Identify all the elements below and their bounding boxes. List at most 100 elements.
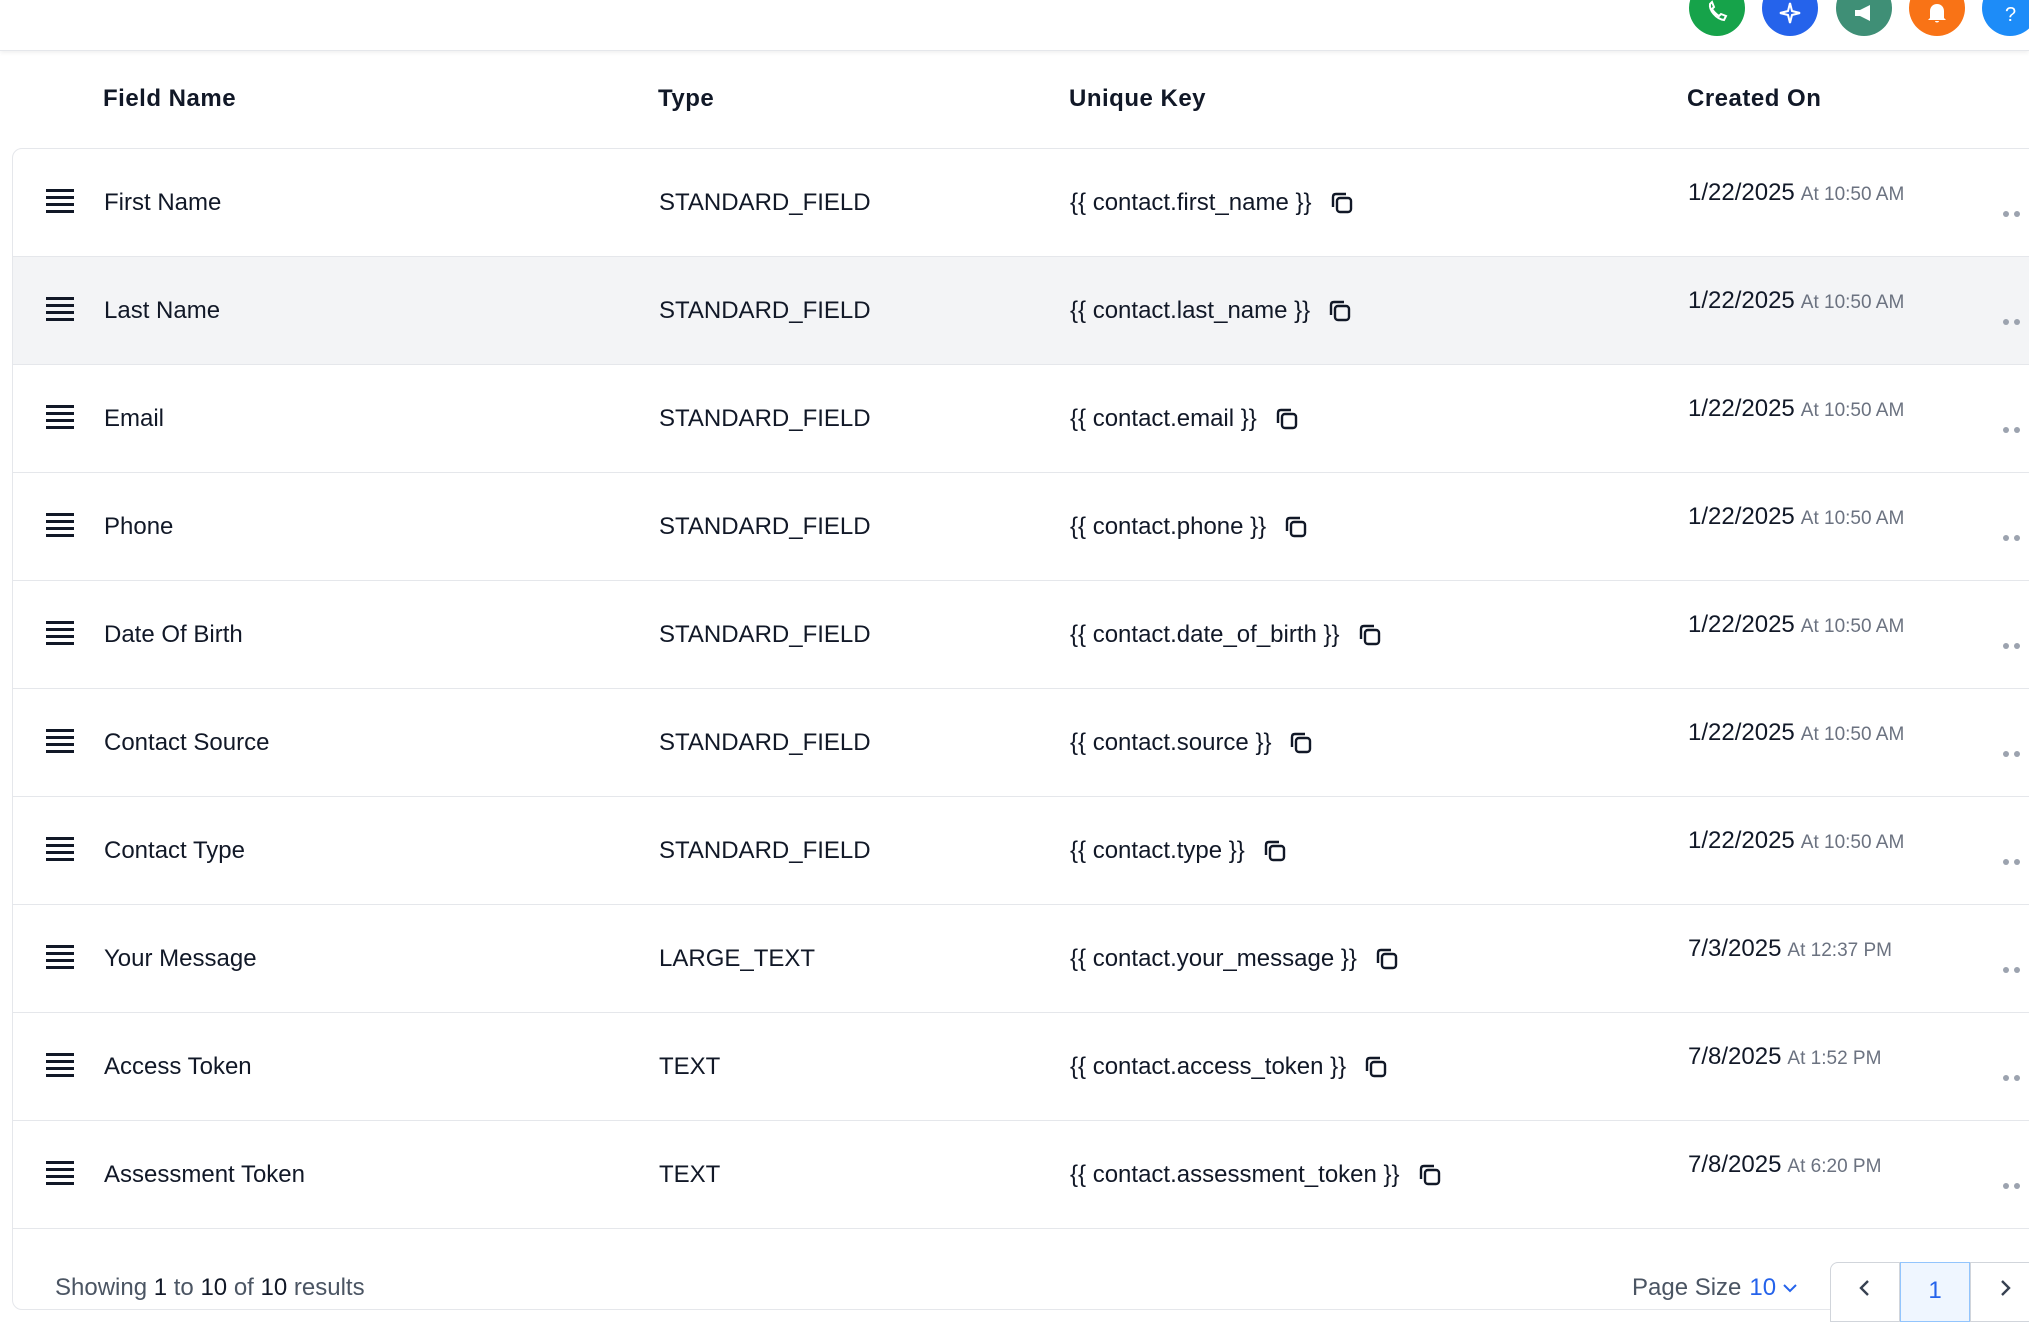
more-options-icon[interactable] xyxy=(2003,736,2025,764)
phone-button[interactable] xyxy=(1689,0,1745,36)
table-footer: Showing 1 to 10 of 10 results Page Size … xyxy=(0,1262,2029,1322)
more-options-icon[interactable] xyxy=(2003,412,2025,440)
more-options-icon[interactable] xyxy=(2003,1060,2025,1088)
created-date: 1/22/2025 xyxy=(1688,827,1795,854)
unique-key-text: {{ contact.phone }} xyxy=(1070,513,1267,540)
table-row[interactable]: Assessment Token TEXT {{ contact.assessmen… xyxy=(13,1121,2029,1229)
unique-key-cell: {{ contact.source }} xyxy=(1070,689,1315,796)
drag-handle-icon[interactable] xyxy=(46,297,74,323)
unique-key-text: {{ contact.assessment_token }} xyxy=(1070,1161,1400,1188)
copy-icon[interactable] xyxy=(1326,297,1354,325)
drag-handle-icon[interactable] xyxy=(46,1161,74,1187)
more-options-icon[interactable] xyxy=(2003,952,2025,980)
created-on-cell: 1/22/2025 At 10:50 AM xyxy=(1688,503,1904,531)
unique-key-text: {{ contact.last_name }} xyxy=(1070,297,1311,324)
column-header-unique-key[interactable]: Unique Key xyxy=(1069,50,1206,148)
page-size-value[interactable]: 10 xyxy=(1749,1274,1776,1302)
showing-label: Showing xyxy=(55,1274,148,1301)
created-date: 1/22/2025 xyxy=(1688,395,1795,422)
drag-handle-icon[interactable] xyxy=(46,621,74,647)
custom-fields-table: First Name STANDARD_FIELD {{ contact.first… xyxy=(12,148,2029,1310)
page-size-select[interactable]: Page Size 10 xyxy=(1632,1274,1800,1302)
type-cell: STANDARD_FIELD xyxy=(659,513,871,540)
copy-icon[interactable] xyxy=(1287,729,1315,757)
created-time: At 10:50 AM xyxy=(1800,400,1905,421)
chevron-right-icon xyxy=(2001,1280,2011,1296)
unique-key-cell: {{ contact.email }} xyxy=(1070,365,1301,472)
copy-icon[interactable] xyxy=(1261,837,1289,865)
unique-key-text: {{ contact.first_name }} xyxy=(1070,189,1312,216)
chevron-down-icon[interactable] xyxy=(1780,1278,1800,1298)
column-header-created-on[interactable]: Created On xyxy=(1687,50,1821,148)
created-on-cell: 7/8/2025 At 6:20 PM xyxy=(1688,1151,1881,1179)
created-time: At 6:20 PM xyxy=(1787,1156,1882,1177)
unique-key-cell: {{ contact.last_name }} xyxy=(1070,257,1354,364)
pagination: 1 xyxy=(1830,1262,2029,1322)
more-options-icon[interactable] xyxy=(2003,844,2025,872)
created-on-cell: 1/22/2025 At 10:50 AM xyxy=(1688,287,1904,315)
type-cell: STANDARD_FIELD xyxy=(659,297,871,324)
column-header-type[interactable]: Type xyxy=(658,50,714,148)
field-name-cell: Access Token xyxy=(104,1053,252,1080)
created-on-cell: 1/22/2025 At 10:50 AM xyxy=(1688,827,1904,855)
type-cell: STANDARD_FIELD xyxy=(659,621,871,648)
copy-icon[interactable] xyxy=(1416,1161,1444,1189)
drag-handle-icon[interactable] xyxy=(46,945,74,971)
more-options-icon[interactable] xyxy=(2003,520,2025,548)
copy-icon[interactable] xyxy=(1282,513,1310,541)
megaphone-button[interactable] xyxy=(1836,0,1892,36)
drag-handle-icon[interactable] xyxy=(46,1053,74,1079)
table-row[interactable]: Date Of Birth STANDARD_FIELD {{ contact.da… xyxy=(13,581,2029,689)
copy-icon[interactable] xyxy=(1373,945,1401,973)
table-row[interactable]: Email STANDARD_FIELD {{ contact.email }} 1/… xyxy=(13,365,2029,473)
drag-handle-icon[interactable] xyxy=(46,189,74,215)
field-name-cell: Assessment Token xyxy=(104,1161,305,1188)
previous-page-button[interactable] xyxy=(1830,1262,1900,1322)
copy-icon[interactable] xyxy=(1356,621,1384,649)
table-row[interactable]: Your Message LARGE_TEXT {{ contact.your_me… xyxy=(13,905,2029,1013)
more-options-icon[interactable] xyxy=(2003,196,2025,224)
more-options-icon[interactable] xyxy=(2003,304,2025,332)
created-date: 1/22/2025 xyxy=(1688,503,1795,530)
field-name-cell: Phone xyxy=(104,513,174,540)
type-cell: STANDARD_FIELD xyxy=(659,405,871,432)
unique-key-cell: {{ contact.your_message }} xyxy=(1070,905,1401,1012)
created-date: 1/22/2025 xyxy=(1688,287,1795,314)
copy-icon[interactable] xyxy=(1328,189,1356,217)
copy-icon[interactable] xyxy=(1273,405,1301,433)
table-row[interactable]: Contact Source STANDARD_FIELD {{ contact.s… xyxy=(13,689,2029,797)
results-from: 1 xyxy=(153,1274,168,1301)
help-button[interactable]: ? xyxy=(1982,0,2029,36)
table-row[interactable]: First Name STANDARD_FIELD {{ contact.first… xyxy=(13,149,2029,257)
column-header-field-name[interactable]: Field Name xyxy=(103,50,236,148)
chevron-left-icon xyxy=(1859,1280,1869,1296)
table-row[interactable]: Last Name STANDARD_FIELD {{ contact.last_n… xyxy=(13,257,2029,365)
field-name-cell: First Name xyxy=(104,189,222,216)
megaphone-icon xyxy=(1855,5,1870,21)
drag-handle-icon[interactable] xyxy=(46,513,74,539)
results-label: results xyxy=(293,1274,365,1301)
unique-key-text: {{ contact.type }} xyxy=(1070,837,1245,864)
of-label: of xyxy=(233,1274,254,1301)
phone-icon xyxy=(1708,0,1728,22)
next-page-button[interactable] xyxy=(1970,1262,2029,1322)
created-date: 1/22/2025 xyxy=(1688,179,1795,206)
page-1-button[interactable]: 1 xyxy=(1900,1262,1970,1322)
help-icon: ? xyxy=(2005,4,2016,26)
created-on-cell: 7/3/2025 At 12:37 PM xyxy=(1688,935,1892,963)
table-row[interactable]: Access Token TEXT {{ contact.access_token … xyxy=(13,1013,2029,1121)
sparkle-button[interactable] xyxy=(1762,0,1818,36)
more-options-icon[interactable] xyxy=(2003,628,2025,656)
more-options-icon[interactable] xyxy=(2003,1168,2025,1196)
table-row[interactable]: Phone STANDARD_FIELD {{ contact.phone }} 1/… xyxy=(13,473,2029,581)
created-time: At 10:50 AM xyxy=(1800,508,1905,529)
table-row[interactable]: Contact Type STANDARD_FIELD {{ contact.typ… xyxy=(13,797,2029,905)
results-summary: Showing 1 to 10 of 10 results xyxy=(55,1274,365,1302)
drag-handle-icon[interactable] xyxy=(46,729,74,755)
bell-button[interactable] xyxy=(1909,0,1965,36)
copy-icon[interactable] xyxy=(1362,1053,1390,1081)
type-cell: TEXT xyxy=(659,1053,721,1080)
field-name-cell: Contact Type xyxy=(104,837,245,864)
drag-handle-icon[interactable] xyxy=(46,405,74,431)
drag-handle-icon[interactable] xyxy=(46,837,74,863)
